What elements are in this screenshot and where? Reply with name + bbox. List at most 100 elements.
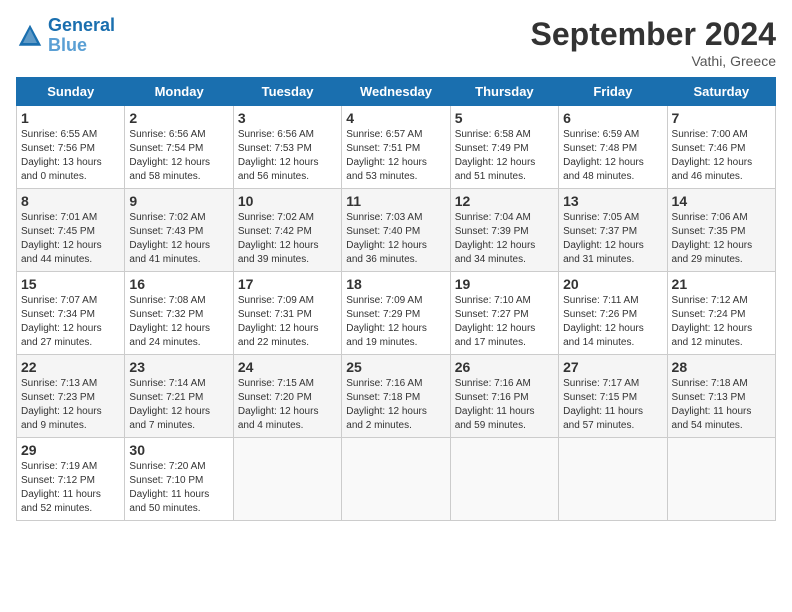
day-number: 16 (129, 276, 228, 292)
day-number: 13 (563, 193, 662, 209)
weekday-header-friday: Friday (559, 78, 667, 106)
day-number: 22 (21, 359, 120, 375)
calendar-cell: 18 Sunrise: 7:09 AMSunset: 7:29 PMDayligh… (342, 272, 450, 355)
weekday-header-wednesday: Wednesday (342, 78, 450, 106)
weekday-header-row: SundayMondayTuesdayWednesdayThursdayFrid… (17, 78, 776, 106)
day-info: Sunrise: 7:14 AMSunset: 7:21 PMDaylight:… (129, 377, 228, 433)
day-info: Sunrise: 7:18 AMSunset: 7:13 PMDaylight:… (672, 377, 771, 433)
calendar-cell (559, 438, 667, 521)
calendar-cell: 13 Sunrise: 7:05 AMSunset: 7:37 PMDayligh… (559, 189, 667, 272)
day-number: 12 (455, 193, 554, 209)
calendar-cell: 5 Sunrise: 6:58 AMSunset: 7:49 PMDaylight… (450, 106, 558, 189)
day-number: 23 (129, 359, 228, 375)
calendar-cell (342, 438, 450, 521)
day-number: 24 (238, 359, 337, 375)
day-info: Sunrise: 7:09 AMSunset: 7:29 PMDaylight:… (346, 294, 445, 350)
calendar-week-1: 1 Sunrise: 6:55 AMSunset: 7:56 PMDaylight… (17, 106, 776, 189)
day-number: 15 (21, 276, 120, 292)
day-number: 20 (563, 276, 662, 292)
day-info: Sunrise: 7:01 AMSunset: 7:45 PMDaylight:… (21, 211, 120, 267)
day-info: Sunrise: 7:12 AMSunset: 7:24 PMDaylight:… (672, 294, 771, 350)
day-info: Sunrise: 6:58 AMSunset: 7:49 PMDaylight:… (455, 128, 554, 184)
day-info: Sunrise: 7:11 AMSunset: 7:26 PMDaylight:… (563, 294, 662, 350)
day-info: Sunrise: 7:00 AMSunset: 7:46 PMDaylight:… (672, 128, 771, 184)
calendar-cell: 20 Sunrise: 7:11 AMSunset: 7:26 PMDayligh… (559, 272, 667, 355)
day-number: 14 (672, 193, 771, 209)
day-number: 19 (455, 276, 554, 292)
day-number: 3 (238, 110, 337, 126)
day-info: Sunrise: 7:17 AMSunset: 7:15 PMDaylight:… (563, 377, 662, 433)
calendar-cell (667, 438, 775, 521)
calendar-cell: 27 Sunrise: 7:17 AMSunset: 7:15 PMDayligh… (559, 355, 667, 438)
weekday-header-saturday: Saturday (667, 78, 775, 106)
day-info: Sunrise: 7:06 AMSunset: 7:35 PMDaylight:… (672, 211, 771, 267)
day-info: Sunrise: 7:02 AMSunset: 7:43 PMDaylight:… (129, 211, 228, 267)
day-number: 5 (455, 110, 554, 126)
calendar-cell: 12 Sunrise: 7:04 AMSunset: 7:39 PMDayligh… (450, 189, 558, 272)
day-info: Sunrise: 7:13 AMSunset: 7:23 PMDaylight:… (21, 377, 120, 433)
calendar-cell: 7 Sunrise: 7:00 AMSunset: 7:46 PMDaylight… (667, 106, 775, 189)
day-info: Sunrise: 6:56 AMSunset: 7:54 PMDaylight:… (129, 128, 228, 184)
day-number: 11 (346, 193, 445, 209)
calendar-cell: 3 Sunrise: 6:56 AMSunset: 7:53 PMDaylight… (233, 106, 341, 189)
day-number: 2 (129, 110, 228, 126)
day-number: 30 (129, 442, 228, 458)
day-number: 26 (455, 359, 554, 375)
calendar-cell: 17 Sunrise: 7:09 AMSunset: 7:31 PMDayligh… (233, 272, 341, 355)
calendar-cell: 6 Sunrise: 6:59 AMSunset: 7:48 PMDaylight… (559, 106, 667, 189)
calendar-cell: 14 Sunrise: 7:06 AMSunset: 7:35 PMDayligh… (667, 189, 775, 272)
day-number: 1 (21, 110, 120, 126)
calendar-cell: 1 Sunrise: 6:55 AMSunset: 7:56 PMDaylight… (17, 106, 125, 189)
calendar-cell: 2 Sunrise: 6:56 AMSunset: 7:54 PMDaylight… (125, 106, 233, 189)
calendar-cell: 25 Sunrise: 7:16 AMSunset: 7:18 PMDayligh… (342, 355, 450, 438)
page-header: GeneralBlue September 2024 Vathi, Greece (16, 16, 776, 69)
day-info: Sunrise: 6:55 AMSunset: 7:56 PMDaylight:… (21, 128, 120, 184)
calendar-cell: 29 Sunrise: 7:19 AMSunset: 7:12 PMDayligh… (17, 438, 125, 521)
weekday-header-sunday: Sunday (17, 78, 125, 106)
day-number: 10 (238, 193, 337, 209)
day-info: Sunrise: 6:56 AMSunset: 7:53 PMDaylight:… (238, 128, 337, 184)
day-info: Sunrise: 7:08 AMSunset: 7:32 PMDaylight:… (129, 294, 228, 350)
calendar-cell: 28Sunrise: 7:18 AMSunset: 7:13 PMDayligh… (667, 355, 775, 438)
day-number: 6 (563, 110, 662, 126)
weekday-header-thursday: Thursday (450, 78, 558, 106)
calendar-week-2: 8 Sunrise: 7:01 AMSunset: 7:45 PMDaylight… (17, 189, 776, 272)
calendar-cell: 22 Sunrise: 7:13 AMSunset: 7:23 PMDayligh… (17, 355, 125, 438)
day-info: Sunrise: 6:59 AMSunset: 7:48 PMDaylight:… (563, 128, 662, 184)
day-info: Sunrise: 7:04 AMSunset: 7:39 PMDaylight:… (455, 211, 554, 267)
calendar-cell (450, 438, 558, 521)
day-info: Sunrise: 7:05 AMSunset: 7:37 PMDaylight:… (563, 211, 662, 267)
calendar-cell: 10 Sunrise: 7:02 AMSunset: 7:42 PMDayligh… (233, 189, 341, 272)
weekday-header-tuesday: Tuesday (233, 78, 341, 106)
logo-text: GeneralBlue (48, 16, 115, 56)
day-info: Sunrise: 7:09 AMSunset: 7:31 PMDaylight:… (238, 294, 337, 350)
day-number: 8 (21, 193, 120, 209)
day-number: 25 (346, 359, 445, 375)
day-info: Sunrise: 7:16 AMSunset: 7:18 PMDaylight:… (346, 377, 445, 433)
logo-icon (16, 22, 44, 50)
calendar-cell: 26 Sunrise: 7:16 AMSunset: 7:16 PMDayligh… (450, 355, 558, 438)
calendar-cell: 23 Sunrise: 7:14 AMSunset: 7:21 PMDayligh… (125, 355, 233, 438)
day-info: Sunrise: 7:19 AMSunset: 7:12 PMDaylight:… (21, 460, 120, 516)
calendar-cell: 4Sunrise: 6:57 AMSunset: 7:51 PMDaylight… (342, 106, 450, 189)
calendar-week-3: 15Sunrise: 7:07 AMSunset: 7:34 PMDayligh… (17, 272, 776, 355)
calendar-cell: 16 Sunrise: 7:08 AMSunset: 7:32 PMDayligh… (125, 272, 233, 355)
title-block: September 2024 Vathi, Greece (531, 16, 776, 69)
calendar-cell: 11 Sunrise: 7:03 AMSunset: 7:40 PMDayligh… (342, 189, 450, 272)
calendar-cell: 21Sunrise: 7:12 AMSunset: 7:24 PMDayligh… (667, 272, 775, 355)
month-title: September 2024 (531, 16, 776, 53)
day-info: Sunrise: 7:16 AMSunset: 7:16 PMDaylight:… (455, 377, 554, 433)
day-number: 27 (563, 359, 662, 375)
day-number: 7 (672, 110, 771, 126)
calendar-cell: 19 Sunrise: 7:10 AMSunset: 7:27 PMDayligh… (450, 272, 558, 355)
day-info: Sunrise: 7:10 AMSunset: 7:27 PMDaylight:… (455, 294, 554, 350)
calendar-cell: 30 Sunrise: 7:20 AMSunset: 7:10 PMDayligh… (125, 438, 233, 521)
calendar-table: SundayMondayTuesdayWednesdayThursdayFrid… (16, 77, 776, 521)
day-info: Sunrise: 7:03 AMSunset: 7:40 PMDaylight:… (346, 211, 445, 267)
calendar-cell: 8 Sunrise: 7:01 AMSunset: 7:45 PMDaylight… (17, 189, 125, 272)
day-info: Sunrise: 7:02 AMSunset: 7:42 PMDaylight:… (238, 211, 337, 267)
day-number: 17 (238, 276, 337, 292)
day-number: 29 (21, 442, 120, 458)
day-info: Sunrise: 7:20 AMSunset: 7:10 PMDaylight:… (129, 460, 228, 516)
day-number: 18 (346, 276, 445, 292)
